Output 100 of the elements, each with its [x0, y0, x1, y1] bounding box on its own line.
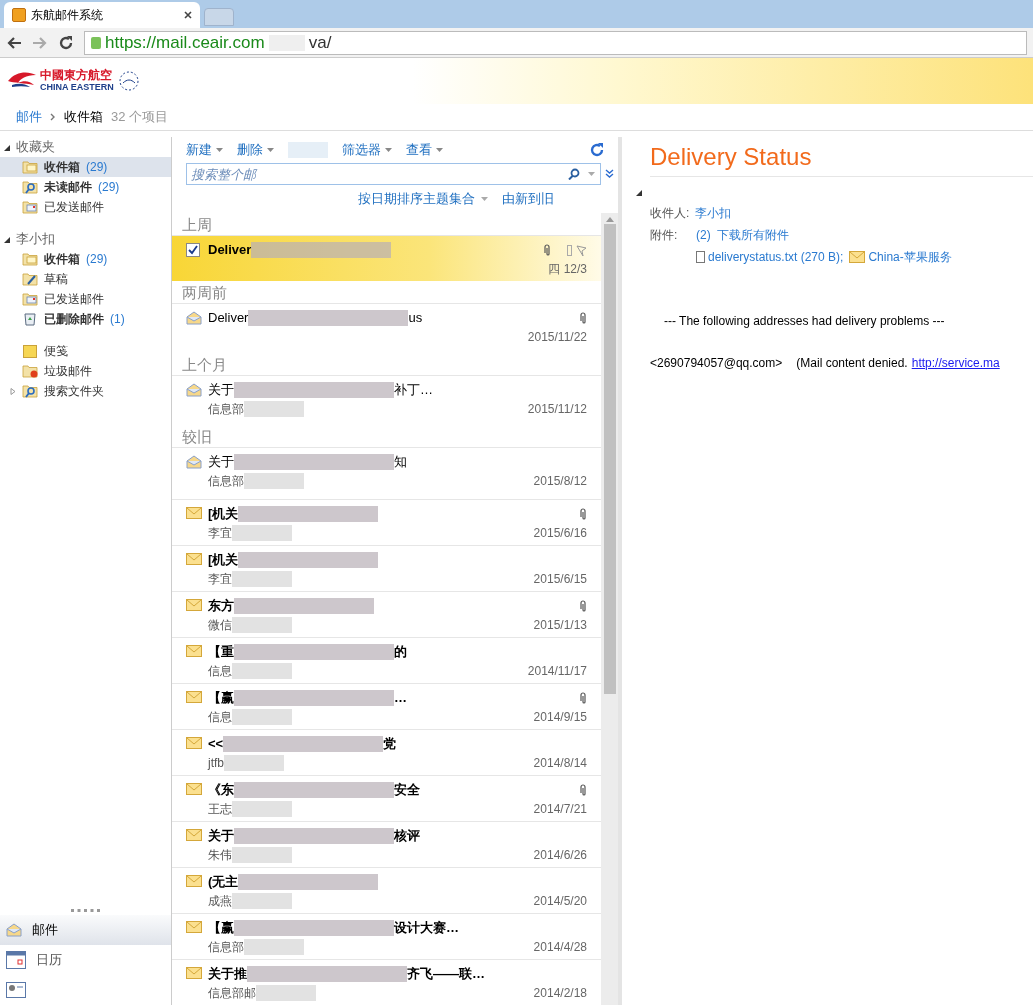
- expand-chevron-icon[interactable]: [605, 169, 614, 179]
- logo-chinese-text: 中國東方航空: [40, 69, 113, 81]
- folder-label: 垃圾邮件: [44, 363, 92, 380]
- redaction-block: [232, 801, 292, 817]
- folder-item[interactable]: 搜索文件夹: [0, 381, 171, 401]
- message-row[interactable]: 关于 知 信息部 2015/8/12: [172, 447, 601, 493]
- folder-item[interactable]: 已删除邮件 (1): [0, 309, 171, 329]
- folder-group-header[interactable]: 收藏夹: [0, 137, 171, 157]
- browser-tab[interactable]: 东航邮件系统: [4, 2, 200, 28]
- folder-item[interactable]: 草稿: [0, 269, 171, 289]
- redaction-block: [232, 571, 292, 587]
- nav-label: 邮件: [32, 921, 58, 940]
- message-row[interactable]: 关于推 齐飞——联… 信息部邮 2014/2/18: [172, 959, 601, 1005]
- body-link[interactable]: http://service.ma: [911, 354, 1000, 372]
- text-file-icon: [696, 251, 705, 263]
- message-subject: 【赢: [208, 689, 234, 708]
- recipient-link[interactable]: 李小扣: [695, 204, 732, 222]
- expand-triangle-icon[interactable]: [4, 143, 10, 151]
- folder-item[interactable]: 收件箱 (29): [0, 249, 171, 269]
- toolbar-menu-button[interactable]: 查看: [406, 140, 443, 160]
- toolbar-menu-button[interactable]: 新建: [186, 140, 223, 160]
- checkbox[interactable]: [186, 243, 200, 257]
- flag-icon[interactable]: [576, 244, 587, 256]
- attachment-count: (2): [696, 227, 711, 244]
- unread-count: (1): [110, 311, 125, 328]
- refresh-icon[interactable]: [590, 143, 604, 157]
- folder-item[interactable]: 已发送邮件: [0, 197, 171, 217]
- message-row[interactable]: 东方 微信 2015/1/13: [172, 591, 601, 637]
- message-row[interactable]: 【赢 设计大赛… 信息部 2014/4/28: [172, 913, 601, 959]
- message-row[interactable]: 【重 的 信息 2014/11/17: [172, 637, 601, 683]
- message-row[interactable]: 【赢 … 信息 2014/9/15: [172, 683, 601, 729]
- attachment-link[interactable]: deliverystatus.txt (270 B);: [708, 248, 844, 266]
- nav-item[interactable]: 邮件: [0, 915, 171, 945]
- message-date: 2014/5/20: [533, 893, 587, 910]
- folder-item[interactable]: 便笺: [0, 341, 171, 361]
- message-date: 2015/1/13: [533, 617, 587, 634]
- message-sender: 李宜: [208, 571, 232, 588]
- envelope-icon: [186, 691, 202, 703]
- toolbar-menu-button[interactable]: 删除: [237, 140, 274, 160]
- message-sender: 王志: [208, 801, 232, 818]
- date-group-header: 两周前: [181, 283, 228, 303]
- message-subject: 核评: [394, 827, 420, 846]
- back-icon[interactable]: [6, 35, 22, 50]
- message-row[interactable]: [机关 李宜 2015/6/15: [172, 545, 601, 591]
- message-row[interactable]: Deliver 四 12/3: [172, 235, 601, 281]
- folder-icon: [22, 159, 38, 175]
- message-row[interactable]: (无主 成燕 2014/5/20: [172, 867, 601, 913]
- unread-count: (29): [86, 251, 108, 268]
- nav-label: 日历: [36, 951, 62, 970]
- folder-icon: [22, 251, 38, 267]
- caret-icon: [385, 148, 392, 152]
- close-icon[interactable]: [184, 11, 192, 19]
- envelope-icon: [186, 599, 202, 611]
- date-group-header: 上个月: [181, 355, 228, 375]
- scrollbar[interactable]: [601, 213, 618, 1005]
- body-text: --- The following addresses had delivery problems ---: [664, 313, 946, 330]
- message-row[interactable]: [机关 李宜 2015/6/16: [172, 499, 601, 545]
- message-row[interactable]: Deliver us 2015/11/22: [172, 303, 601, 349]
- folder-item[interactable]: 已发送邮件: [0, 289, 171, 309]
- sort-menu-button[interactable]: 按日期排序主题集合: [358, 189, 488, 209]
- message-date: 2015/6/15: [533, 571, 587, 588]
- sort-order-button[interactable]: 由新到旧: [502, 189, 554, 209]
- message-row[interactable]: 关于 核评 朱伟 2014/6/26: [172, 821, 601, 867]
- redaction-block: [244, 401, 304, 417]
- message-subject: 《东: [208, 781, 234, 800]
- folder-item[interactable]: 未读邮件 (29): [0, 177, 171, 197]
- message-subject: 设计大赛…: [394, 919, 459, 938]
- folder-group-header[interactable]: 李小扣: [0, 229, 171, 249]
- message-date: 2014/7/21: [533, 801, 587, 818]
- redaction-block: [232, 709, 292, 725]
- reload-icon[interactable]: [58, 34, 74, 51]
- breadcrumb-link[interactable]: 邮件: [16, 107, 42, 127]
- alliance-logo-icon: [117, 70, 140, 92]
- message-subject: 关于: [208, 453, 234, 472]
- folder-label: 草稿: [44, 271, 68, 288]
- expand-triangle-icon[interactable]: [4, 235, 10, 243]
- envelope-icon: [186, 737, 202, 749]
- envelope-icon: [186, 829, 202, 841]
- folder-icon: [22, 291, 38, 307]
- download-all-link[interactable]: 下载所有附件: [716, 226, 789, 244]
- toolbar-menu-button[interactable]: 筛选器: [342, 140, 392, 160]
- collapse-triangle-icon[interactable]: [636, 189, 642, 196]
- message-row[interactable]: 《东 安全 王志 2014/7/21: [172, 775, 601, 821]
- message-row[interactable]: << 党 jtfb 2014/8/14: [172, 729, 601, 775]
- folder-label: 已发送邮件: [44, 199, 104, 216]
- chevron-icon: [50, 113, 56, 121]
- message-row[interactable]: 关于 补丁… 信息部 2015/11/12: [172, 375, 601, 421]
- message-date: 2014/6/26: [533, 847, 587, 864]
- folder-item[interactable]: 收件箱 (29): [0, 157, 171, 177]
- resize-grip-icon[interactable]: [71, 909, 100, 912]
- attachment-link[interactable]: China-苹果服务: [868, 248, 952, 266]
- search-field[interactable]: 搜索整个邮: [186, 163, 601, 185]
- address-bar[interactable]: https://mail.ceair.com va/: [84, 30, 1027, 55]
- search-icon[interactable]: [568, 168, 580, 180]
- folder-label: 收件箱: [44, 251, 80, 268]
- tab-title: 东航邮件系统: [31, 7, 104, 24]
- folder-item[interactable]: 垃圾邮件: [0, 361, 171, 381]
- search-folder-icon: [22, 383, 38, 399]
- nav-item[interactable]: 日历: [0, 945, 171, 975]
- item-count: 32 个项目: [111, 108, 169, 127]
